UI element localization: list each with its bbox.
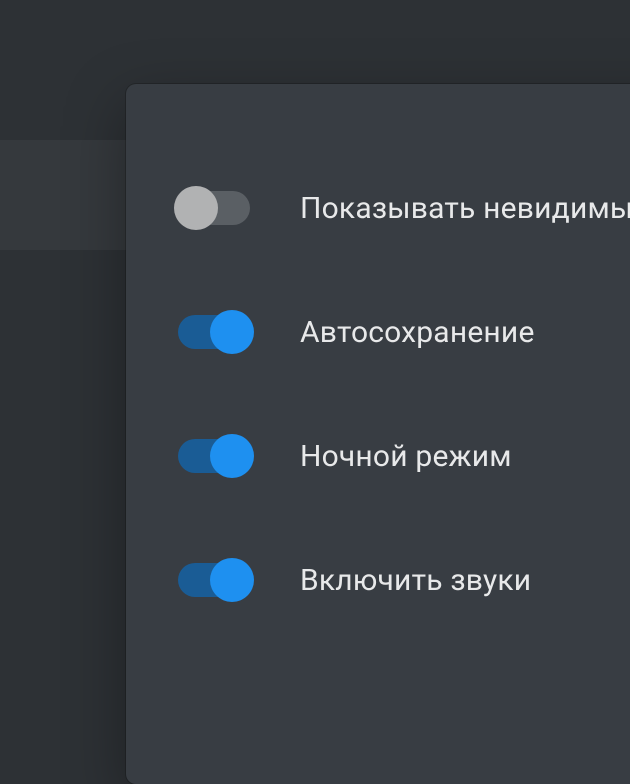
setting-label: Ночной режим: [300, 439, 512, 474]
toggle-show-invisible[interactable]: [178, 191, 250, 225]
toggle-knob: [210, 434, 254, 478]
toggle-knob: [174, 186, 218, 230]
toggle-knob: [210, 310, 254, 354]
toggle-night-mode[interactable]: [178, 439, 250, 473]
setting-row-autosave: Автосохранение: [178, 270, 630, 394]
setting-row-enable-sounds: Включить звуки: [178, 518, 630, 642]
setting-label: Показывать невидимые: [300, 191, 630, 226]
setting-row-show-invisible: Показывать невидимые: [178, 146, 630, 270]
setting-label: Включить звуки: [300, 563, 531, 598]
setting-label: Автосохранение: [300, 315, 535, 350]
toggle-autosave[interactable]: [178, 315, 250, 349]
setting-row-night-mode: Ночной режим: [178, 394, 630, 518]
toggle-enable-sounds[interactable]: [178, 563, 250, 597]
settings-panel: Показывать невидимые Автосохранение Ночн…: [126, 84, 630, 784]
toggle-knob: [210, 558, 254, 602]
